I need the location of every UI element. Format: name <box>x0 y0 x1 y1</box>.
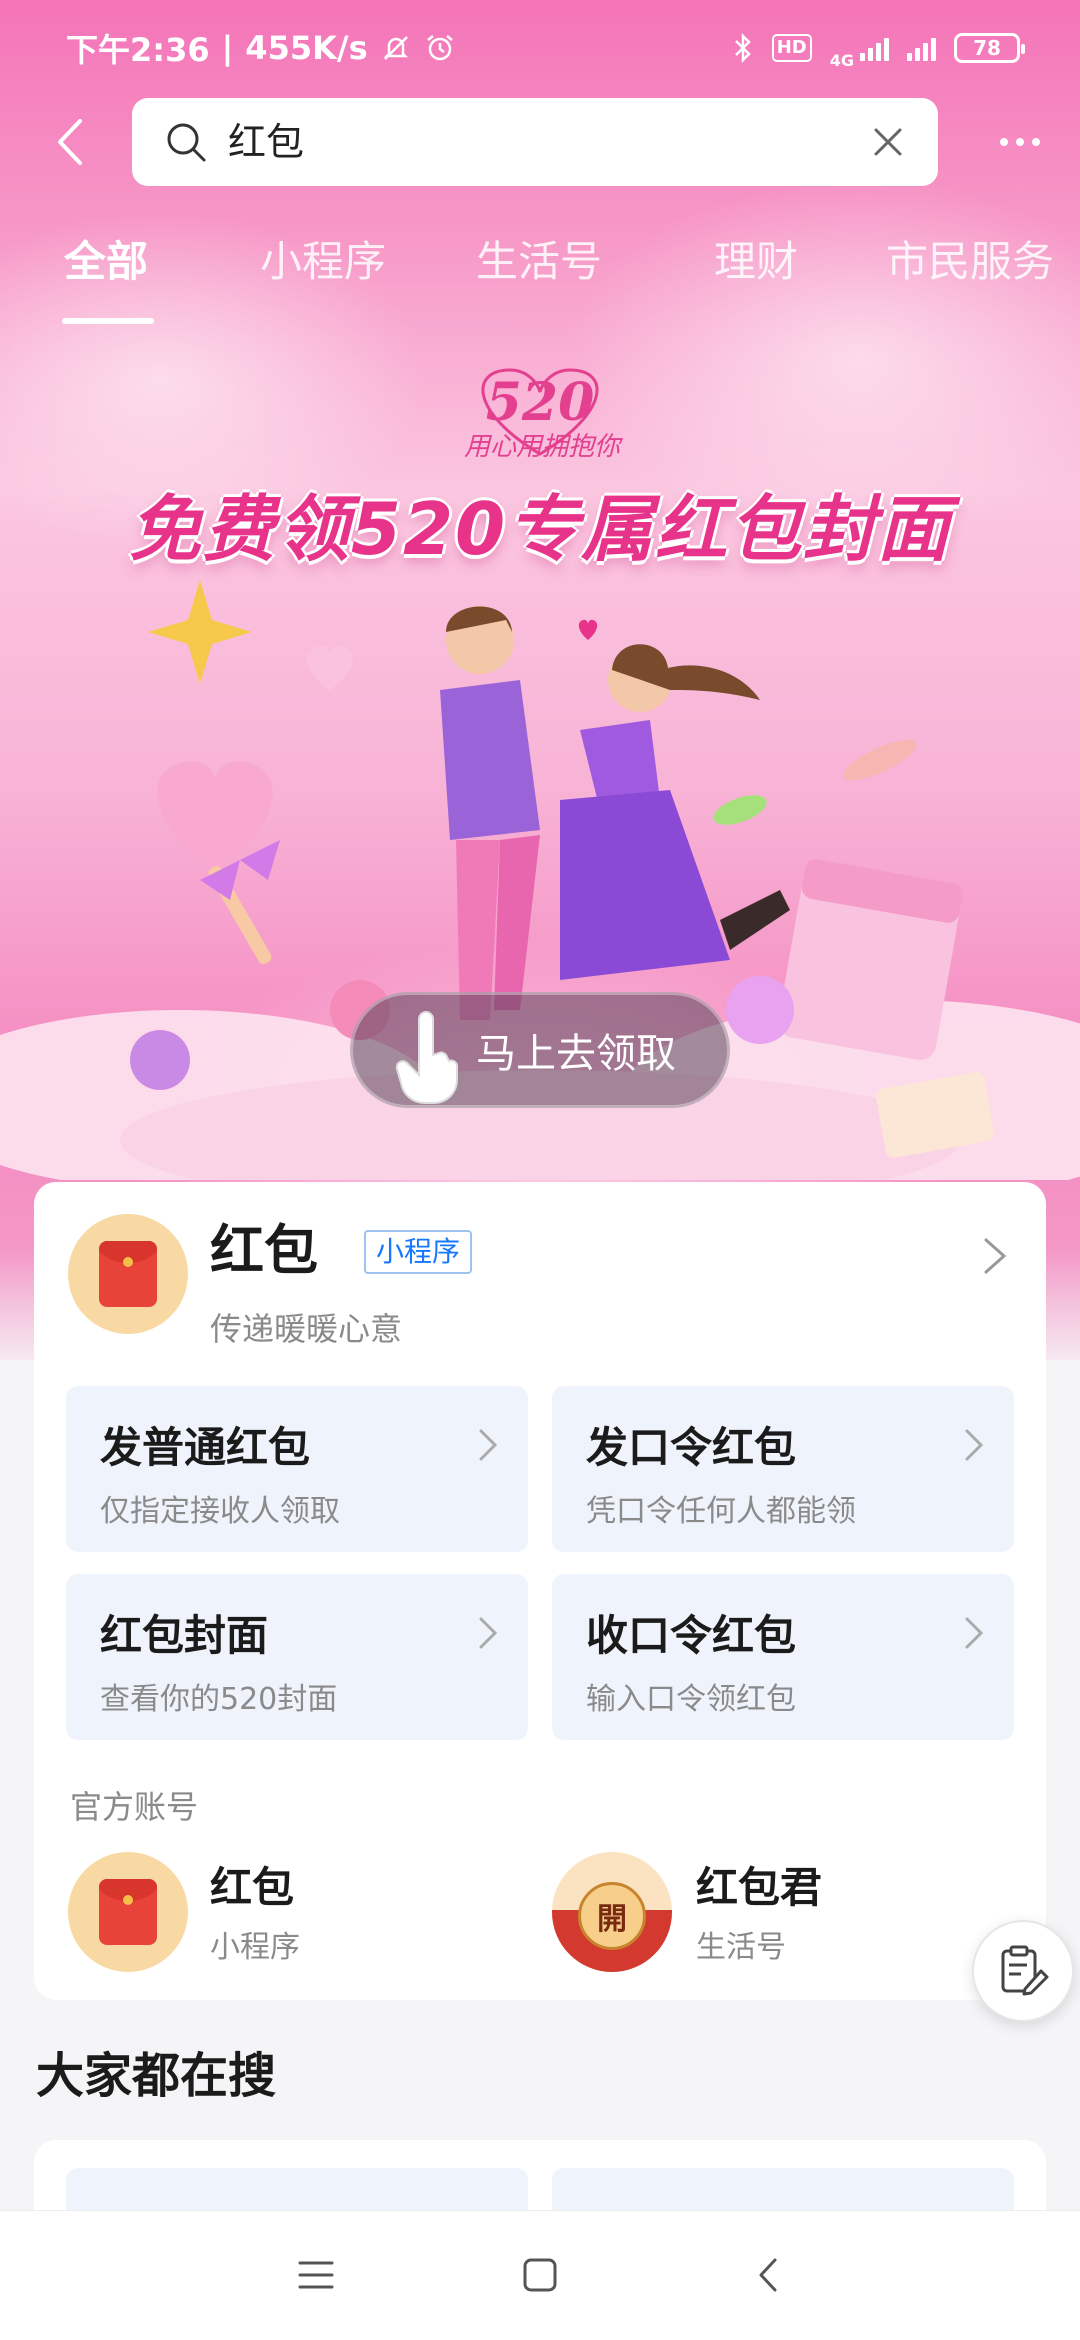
status-time: 下午2:36 <box>66 31 210 69</box>
menu-icon <box>298 2261 334 2289</box>
red-envelope-icon <box>99 1879 157 1945</box>
more-options-button[interactable] <box>990 120 1050 164</box>
bell-muted-icon <box>380 32 412 64</box>
tile-subtitle: 仅指定接收人领取 <box>100 1494 340 1529</box>
chevron-right-icon <box>965 1617 984 1649</box>
back-nav-button[interactable] <box>738 2245 798 2305</box>
tile-title: 红包封面 <box>100 1611 269 1660</box>
receive-password-red-packet-tile[interactable]: 收口令红包 输入口令领红包 <box>552 1574 1014 1740</box>
close-icon[interactable] <box>868 122 908 162</box>
kai-seal-icon: 開 <box>578 1882 646 1950</box>
battery-icon: 78 <box>954 33 1025 63</box>
tile-subtitle: 查看你的520封面 <box>100 1682 338 1717</box>
chevron-left-icon <box>58 119 82 165</box>
tap-hand-icon <box>395 1011 458 1104</box>
account-type: 生活号 <box>696 1930 786 1965</box>
search-icon <box>167 123 206 162</box>
tab-wealth[interactable]: 理财 <box>714 232 798 292</box>
send-password-red-packet-tile[interactable]: 发口令红包 凭口令任何人都能领 <box>552 1386 1014 1552</box>
claim-now-label: 马上去领取 <box>476 1031 676 1077</box>
red-packet-cover-tile[interactable]: 红包封面 查看你的520封面 <box>66 1574 528 1740</box>
red-envelope-icon <box>99 1241 157 1307</box>
account-type: 小程序 <box>210 1930 300 1965</box>
clipboard-edit-icon <box>1001 1945 1049 1996</box>
status-separator: | <box>221 29 234 67</box>
signal-icon-2 <box>907 35 936 61</box>
tab-life-accounts[interactable]: 生活号 <box>476 232 602 292</box>
square-home-icon <box>523 2258 557 2292</box>
home-button[interactable] <box>510 2245 570 2305</box>
result-title[interactable]: 红包 <box>210 1216 318 1286</box>
search-row: 红包 <box>0 98 1080 188</box>
official-accounts-label: 官方账号 <box>70 1788 199 1826</box>
badge-520-number: 520 <box>485 371 595 433</box>
red-envelope-avatar[interactable] <box>68 1214 188 1334</box>
account-name[interactable]: 红包 <box>210 1854 294 1915</box>
badge-520: 520 用心用拥抱你 <box>450 362 630 462</box>
badge-520-text: 用心用拥抱你 <box>463 432 620 462</box>
status-bar: 下午2:36 | 455K/s HD 4G 78 <box>0 0 1080 96</box>
mini-program-badge: 小程序 <box>364 1230 473 1274</box>
battery-level: 78 <box>973 36 1001 60</box>
tile-title: 发口令红包 <box>586 1423 797 1472</box>
network-speed: 455K/s <box>245 29 368 67</box>
mini-program-result-card: 红包 小程序 传递暖暖心意 发普通红包 仅指定接收人领取 发口令红包 凭口令任何… <box>34 1182 1046 2000</box>
alarm-icon <box>424 32 456 64</box>
hd-icon: HD <box>771 34 812 62</box>
filter-tabs: 全部 小程序 生活号 理财 市民服务 <box>0 232 1080 332</box>
red-envelope-account-avatar[interactable] <box>68 1852 188 1972</box>
back-button[interactable] <box>40 112 100 172</box>
tab-all[interactable]: 全部 <box>64 232 148 292</box>
tab-mini-programs[interactable]: 小程序 <box>260 232 386 292</box>
chevron-right-icon <box>479 1617 498 1649</box>
search-query[interactable]: 红包 <box>228 116 304 168</box>
tile-title: 收口令红包 <box>586 1611 797 1660</box>
claim-now-button[interactable]: 马上去领取 <box>350 992 730 1108</box>
chevron-right-icon[interactable] <box>980 1234 1010 1278</box>
bluetooth-icon <box>732 33 754 63</box>
account-name[interactable]: 红包君 <box>696 1854 822 1915</box>
tile-subtitle: 凭口令任何人都能领 <box>586 1494 856 1529</box>
signal-icon <box>860 35 889 61</box>
tile-subtitle: 输入口令领红包 <box>586 1682 796 1717</box>
active-tab-indicator <box>62 318 154 324</box>
chevron-left-icon <box>759 2258 777 2292</box>
result-subtitle: 传递暖暖心意 <box>210 1310 403 1348</box>
send-normal-red-packet-tile[interactable]: 发普通红包 仅指定接收人领取 <box>66 1386 528 1552</box>
tab-citizen-services[interactable]: 市民服务 <box>886 232 1054 292</box>
feedback-button[interactable] <box>972 1920 1074 2022</box>
chevron-right-icon <box>965 1429 984 1461</box>
menu-button[interactable] <box>286 2245 346 2305</box>
chevron-right-icon <box>479 1429 498 1461</box>
network-type: 4G <box>829 50 854 70</box>
trending-heading: 大家都在搜 <box>36 2048 277 2104</box>
tile-title: 发普通红包 <box>100 1423 311 1472</box>
system-nav-bar <box>0 2210 1080 2340</box>
search-input[interactable]: 红包 <box>132 98 938 186</box>
hongbaojun-avatar[interactable]: 開 <box>552 1852 672 1972</box>
